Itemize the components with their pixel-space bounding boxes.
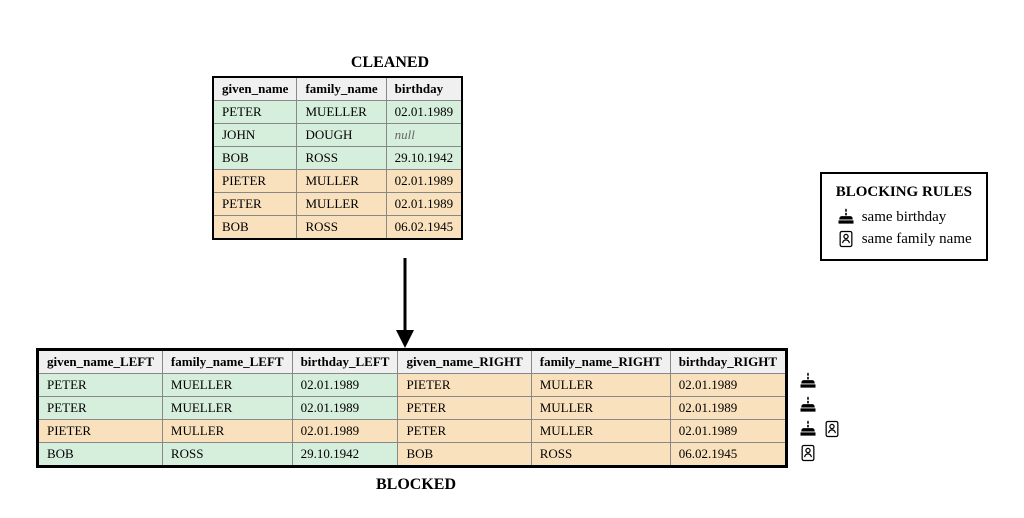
table-cell: 02.01.1989 bbox=[292, 397, 398, 420]
blocked-title: BLOCKED bbox=[36, 476, 796, 494]
column-header: family_name bbox=[297, 77, 386, 101]
table-cell: BOB bbox=[213, 147, 297, 170]
table-cell: 06.02.1945 bbox=[670, 443, 786, 467]
row-icon-group bbox=[798, 394, 842, 416]
table-cell: ROSS bbox=[297, 216, 386, 240]
row-match-icons bbox=[798, 370, 842, 464]
table-row: PETERMUELLER02.01.1989PETERMULLER02.01.1… bbox=[38, 397, 787, 420]
table-cell: MULLER bbox=[531, 397, 670, 420]
column-header: given_name_RIGHT bbox=[398, 350, 531, 374]
birthday-cake-icon bbox=[798, 419, 818, 439]
column-header: family_name_RIGHT bbox=[531, 350, 670, 374]
table-cell: BOB bbox=[398, 443, 531, 467]
table-cell: MULLER bbox=[162, 420, 292, 443]
row-icon-group bbox=[798, 442, 842, 464]
table-cell: PIETER bbox=[398, 374, 531, 397]
table-cell: MUELLER bbox=[297, 101, 386, 124]
rule-label: same family name bbox=[862, 231, 972, 248]
column-header: birthday_LEFT bbox=[292, 350, 398, 374]
table-cell: ROSS bbox=[297, 147, 386, 170]
table-row: BOBROSS06.02.1945 bbox=[213, 216, 462, 240]
table-row: BOBROSS29.10.1942 bbox=[213, 147, 462, 170]
blocked-table: given_name_LEFTfamily_name_LEFTbirthday_… bbox=[36, 348, 788, 468]
table-row: PIETERMULLER02.01.1989PETERMULLER02.01.1… bbox=[38, 420, 787, 443]
table-cell: MULLER bbox=[297, 170, 386, 193]
birthday-cake-icon bbox=[798, 395, 818, 415]
rule-item: same family name bbox=[836, 229, 972, 249]
rule-item: same birthday bbox=[836, 207, 972, 227]
table-cell: MULLER bbox=[297, 193, 386, 216]
rule-label: same birthday bbox=[862, 209, 947, 226]
table-row: BOBROSS29.10.1942BOBROSS06.02.1945 bbox=[38, 443, 787, 467]
table-cell: 02.01.1989 bbox=[292, 420, 398, 443]
table-cell: PIETER bbox=[213, 170, 297, 193]
table-cell: PETER bbox=[398, 397, 531, 420]
column-header: birthday bbox=[386, 77, 462, 101]
table-row: PETERMULLER02.01.1989 bbox=[213, 193, 462, 216]
birthday-cake-icon bbox=[836, 207, 856, 227]
table-cell: 02.01.1989 bbox=[670, 420, 786, 443]
table-cell: PETER bbox=[213, 101, 297, 124]
table-row: PIETERMULLER02.01.1989 bbox=[213, 170, 462, 193]
blocking-rules-box: BLOCKING RULES same birthday same family … bbox=[820, 172, 988, 261]
table-cell: PETER bbox=[398, 420, 531, 443]
table-cell: MULLER bbox=[531, 374, 670, 397]
table-row: PETERMUELLER02.01.1989PIETERMULLER02.01.… bbox=[38, 374, 787, 397]
column-header: birthday_RIGHT bbox=[670, 350, 786, 374]
table-cell: 06.02.1945 bbox=[386, 216, 462, 240]
column-header: given_name bbox=[213, 77, 297, 101]
table-cell: 02.01.1989 bbox=[386, 170, 462, 193]
table-cell: MULLER bbox=[531, 420, 670, 443]
row-icon-group bbox=[798, 370, 842, 392]
table-cell: PETER bbox=[213, 193, 297, 216]
table-cell: BOB bbox=[213, 216, 297, 240]
table-cell: null bbox=[386, 124, 462, 147]
family-name-icon bbox=[822, 419, 842, 439]
family-name-icon bbox=[836, 229, 856, 249]
birthday-cake-icon bbox=[798, 371, 818, 391]
table-cell: BOB bbox=[38, 443, 163, 467]
table-cell: JOHN bbox=[213, 124, 297, 147]
rules-title: BLOCKING RULES bbox=[836, 184, 972, 201]
table-row: PETERMUELLER02.01.1989 bbox=[213, 101, 462, 124]
table-cell: 29.10.1942 bbox=[292, 443, 398, 467]
column-header: given_name_LEFT bbox=[38, 350, 163, 374]
cleaned-table: given_namefamily_namebirthday PETERMUELL… bbox=[212, 76, 463, 240]
table-row: JOHNDOUGHnull bbox=[213, 124, 462, 147]
table-cell: PETER bbox=[38, 397, 163, 420]
arrow-down-icon bbox=[390, 258, 420, 353]
table-cell: 02.01.1989 bbox=[670, 397, 786, 420]
family-name-icon bbox=[798, 443, 818, 463]
table-cell: 29.10.1942 bbox=[386, 147, 462, 170]
table-cell: DOUGH bbox=[297, 124, 386, 147]
table-cell: PETER bbox=[38, 374, 163, 397]
table-cell: PIETER bbox=[38, 420, 163, 443]
table-cell: ROSS bbox=[162, 443, 292, 467]
table-cell: 02.01.1989 bbox=[292, 374, 398, 397]
row-icon-group bbox=[798, 418, 842, 440]
table-cell: MUELLER bbox=[162, 397, 292, 420]
table-cell: 02.01.1989 bbox=[386, 193, 462, 216]
table-cell: MUELLER bbox=[162, 374, 292, 397]
table-cell: ROSS bbox=[531, 443, 670, 467]
table-cell: 02.01.1989 bbox=[386, 101, 462, 124]
table-cell: 02.01.1989 bbox=[670, 374, 786, 397]
column-header: family_name_LEFT bbox=[162, 350, 292, 374]
cleaned-title: CLEANED bbox=[212, 54, 568, 72]
